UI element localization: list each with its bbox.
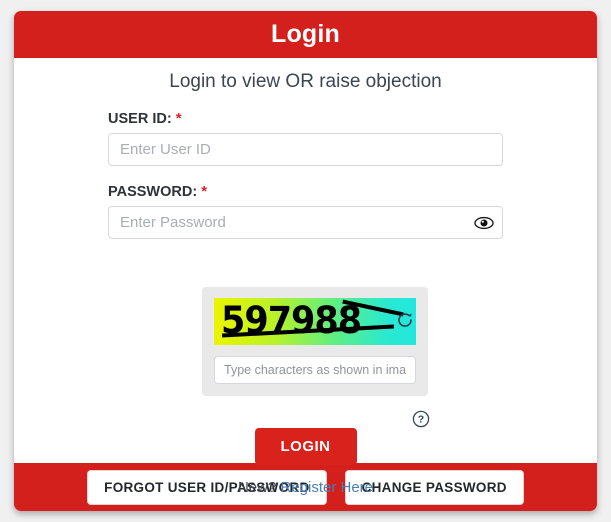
card-header: Login [14, 11, 597, 58]
password-field-group: PASSWORD: * [108, 183, 503, 239]
captcha-help-button[interactable]: ? [412, 410, 430, 428]
password-label-text: PASSWORD: [108, 184, 198, 200]
password-label: PASSWORD: * [108, 183, 503, 200]
captcha-image: 597988 [214, 298, 416, 345]
password-input-wrapper [108, 206, 503, 239]
login-card: Login Login to view OR raise objection U… [14, 11, 597, 511]
toggle-password-visibility-button[interactable] [474, 215, 494, 231]
user-id-field-group: USER ID: * [108, 110, 503, 166]
captcha-input[interactable] [214, 356, 416, 384]
captcha-panel: 597988 [202, 287, 428, 396]
login-button[interactable]: LOGIN [254, 428, 357, 465]
required-asterisk: * [201, 183, 208, 200]
svg-text:?: ? [418, 414, 424, 426]
eye-icon [474, 216, 494, 229]
user-id-label-text: USER ID: [108, 111, 172, 127]
register-here-link[interactable]: Register Here [280, 479, 373, 496]
page-title: Login [270, 20, 341, 48]
user-id-input[interactable] [108, 133, 503, 166]
required-asterisk: * [175, 110, 182, 127]
login-button-row: LOGIN [14, 428, 597, 465]
subtitle: Login to view OR raise objection [169, 71, 442, 92]
user-id-label: USER ID: * [108, 110, 503, 127]
password-input[interactable] [108, 206, 503, 239]
register-row: New? Register Here [14, 479, 597, 496]
refresh-captcha-button[interactable] [395, 310, 415, 330]
question-mark-icon: ? [412, 410, 430, 428]
captcha-image-row: 597988 [214, 298, 416, 345]
refresh-icon [398, 313, 412, 327]
card-body: Login to view OR raise objection USER ID… [14, 58, 597, 496]
register-prompt-text: New? [237, 479, 277, 496]
